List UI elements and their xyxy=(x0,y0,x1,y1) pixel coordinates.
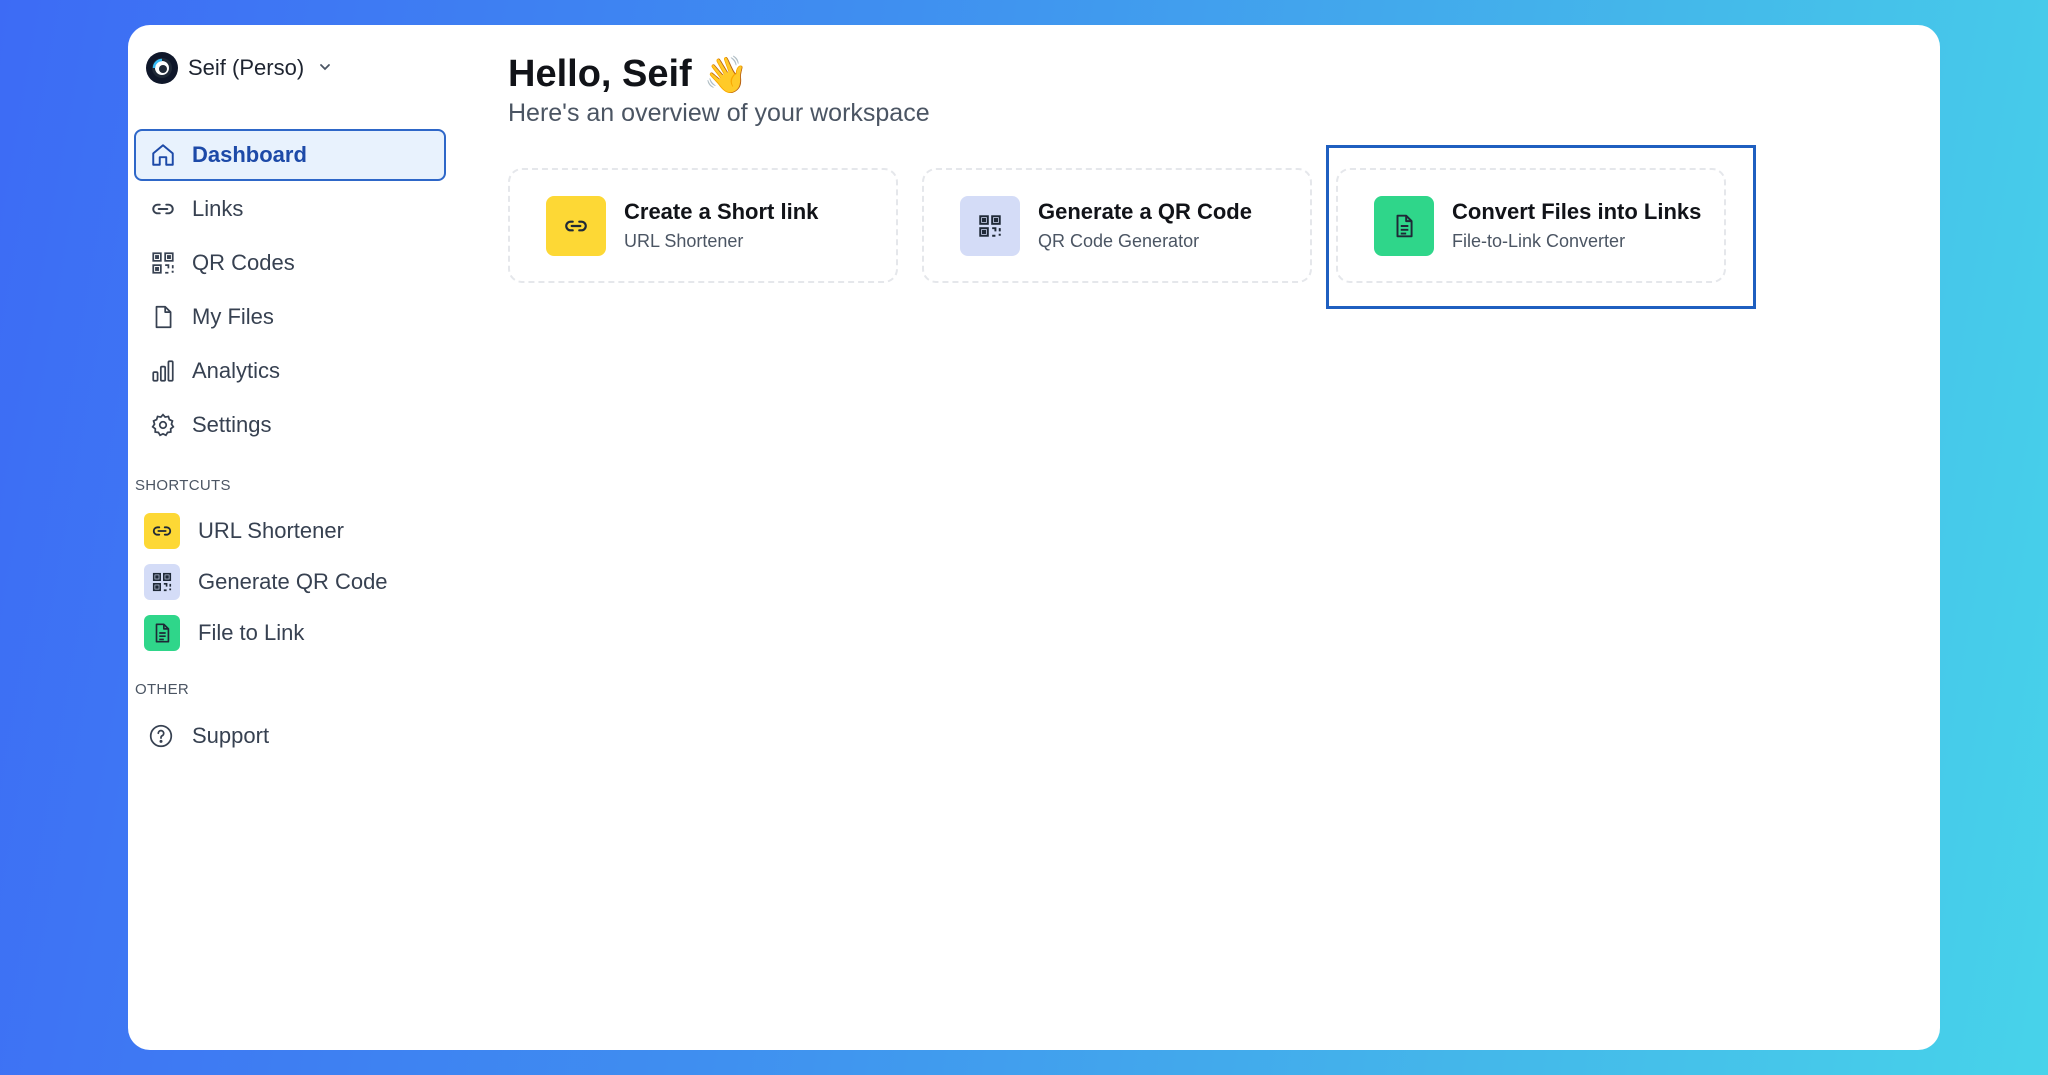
workspace-switcher[interactable]: Seif (Perso) xyxy=(146,51,332,85)
nav-item-label: Dashboard xyxy=(192,142,307,167)
workspace-logo xyxy=(146,52,178,84)
link-icon xyxy=(144,513,180,549)
card-text: Create a Short link URL Shortener xyxy=(624,199,818,252)
card-text: Convert Files into Links File-to-Link Co… xyxy=(1452,199,1701,252)
link-icon xyxy=(152,203,174,215)
wave-emoji: 👋 xyxy=(703,53,749,95)
card-title: Create a Short link xyxy=(624,199,819,224)
file-text-icon xyxy=(1374,195,1434,256)
link-icon xyxy=(546,195,606,256)
nav-item-dashboard[interactable]: Dashboard xyxy=(134,129,446,181)
nav-item-label: My Files xyxy=(192,304,274,329)
shortcut-label: Generate QR Code xyxy=(198,569,388,594)
home-icon xyxy=(152,144,174,166)
card-subtitle: File-to-Link Converter xyxy=(1452,231,1626,251)
workspace-name: Seif (Perso) xyxy=(188,55,305,80)
greeting-text: Hello, Seif xyxy=(508,53,692,95)
page-title: Hello, Seif 👋 xyxy=(508,53,749,96)
sidebar: Seif (Perso) Dashboard Links QR Codes My… xyxy=(128,25,458,1050)
nav-item-my-files[interactable]: My Files xyxy=(134,291,446,343)
card-create-short-link[interactable]: Create a Short link URL Shortener xyxy=(508,168,898,283)
nav-item-label: Settings xyxy=(192,412,272,437)
card-convert-files[interactable]: Convert Files into Links File-to-Link Co… xyxy=(1336,168,1726,283)
main-nav: Dashboard Links QR Codes My Files Analyt… xyxy=(134,129,446,453)
nav-item-links[interactable]: Links xyxy=(134,183,446,235)
chevron-down-icon xyxy=(318,60,332,77)
shortcut-file-to-link[interactable]: File to Link xyxy=(144,614,304,652)
other-heading: OTHER xyxy=(135,681,189,698)
shortcuts-heading: SHORTCUTS xyxy=(135,477,231,494)
gear-icon xyxy=(151,413,175,437)
support-label: Support xyxy=(192,723,270,748)
bar-chart-icon xyxy=(152,360,174,382)
file-icon xyxy=(155,305,172,329)
card-generate-qr-code[interactable]: Generate a QR Code QR Code Generator xyxy=(922,168,1312,283)
card-subtitle: QR Code Generator xyxy=(1038,231,1200,251)
nav-item-label: Links xyxy=(192,196,244,221)
card-subtitle: URL Shortener xyxy=(624,231,744,251)
nav-item-label: Analytics xyxy=(192,358,281,383)
nav-item-support[interactable]: Support xyxy=(148,717,269,755)
card-title: Convert Files into Links xyxy=(1452,199,1702,224)
page-subtitle: Here's an overview of your workspace xyxy=(508,99,930,127)
shortcut-url-shortener[interactable]: URL Shortener xyxy=(144,512,344,550)
shortcut-generate-qr-code[interactable]: Generate QR Code xyxy=(144,563,388,601)
card-title: Generate a QR Code xyxy=(1038,199,1252,224)
card-text: Generate a QR Code QR Code Generator xyxy=(1038,199,1252,252)
shortcut-label: File to Link xyxy=(198,620,305,645)
file-text-icon xyxy=(144,615,180,651)
qr-code-icon xyxy=(960,195,1020,256)
nav-item-settings[interactable]: Settings xyxy=(134,399,446,451)
nav-item-analytics[interactable]: Analytics xyxy=(134,345,446,397)
nav-item-qr-codes[interactable]: QR Codes xyxy=(134,237,446,289)
shortcut-label: URL Shortener xyxy=(198,518,344,543)
nav-item-label: QR Codes xyxy=(192,250,295,275)
qr-code-icon xyxy=(152,252,174,274)
app-window: Seif (Perso) Dashboard Links QR Codes My… xyxy=(128,25,1940,1050)
help-circle-icon xyxy=(149,724,173,748)
qr-code-icon xyxy=(144,564,180,600)
